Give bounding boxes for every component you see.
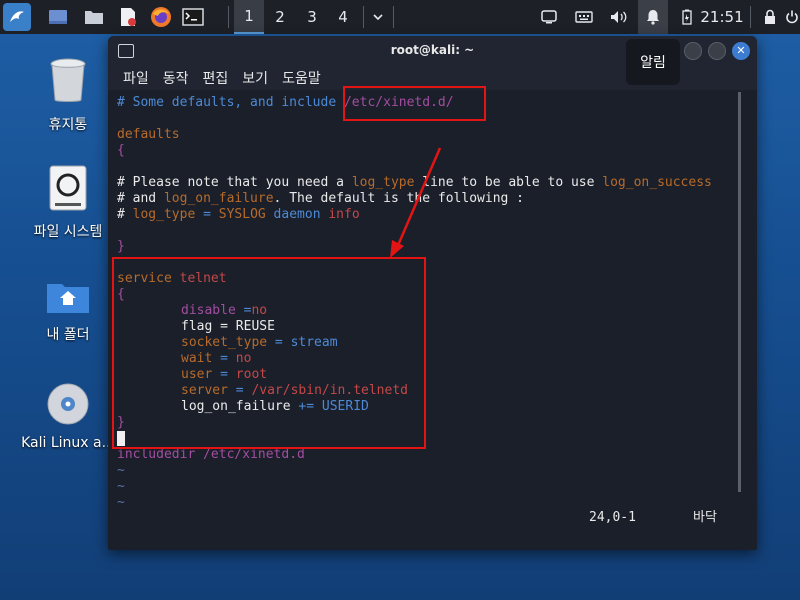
annotation-arrow bbox=[390, 147, 442, 258]
